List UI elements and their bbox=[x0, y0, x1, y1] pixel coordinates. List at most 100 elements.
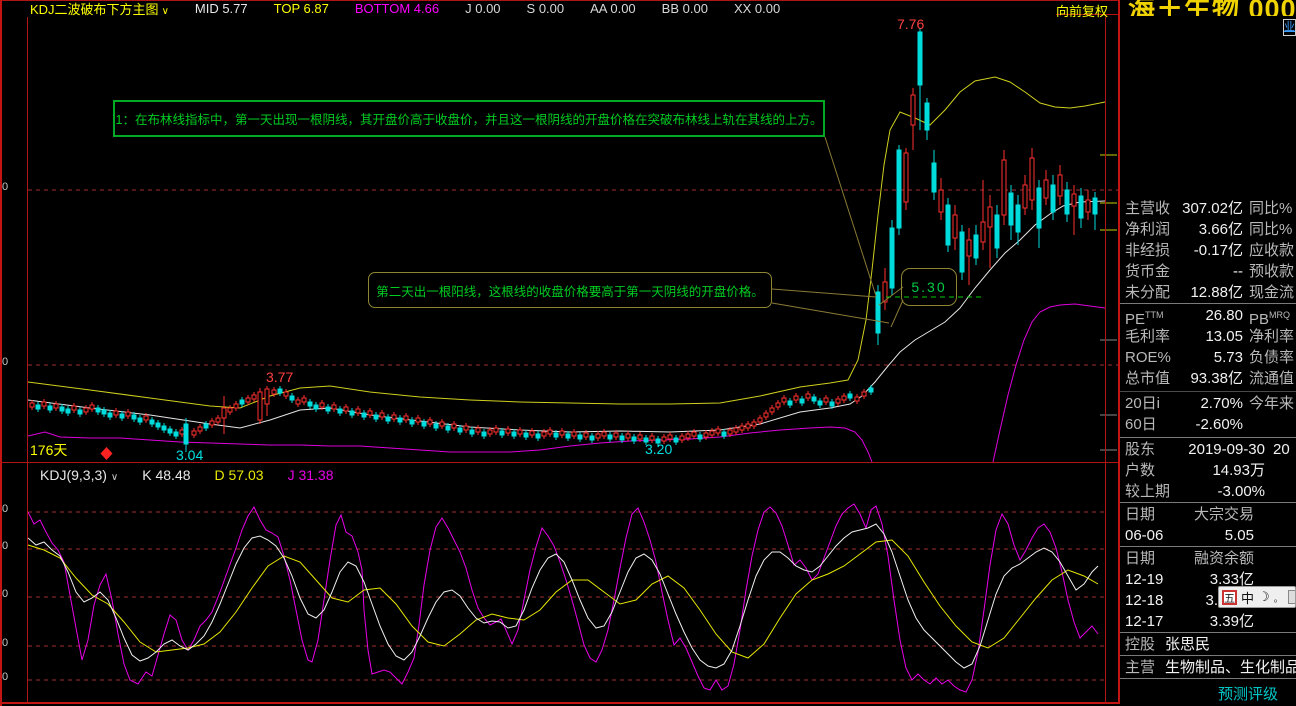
indicator-name: KDJ二波破布下方主图 bbox=[30, 2, 159, 17]
controller-section: 控股张思民 bbox=[1120, 634, 1296, 655]
business-section: 主营生物制品、生化制品 bbox=[1120, 657, 1296, 678]
low-price-label-1: 3.04 bbox=[176, 448, 203, 462]
adjust-mode-button[interactable]: 向前复权 bbox=[1056, 1, 1108, 20]
row-label: 总市值 bbox=[1125, 368, 1177, 389]
chevron-down-icon: ∨ bbox=[162, 6, 169, 17]
annotation-note-2: 第二天出一根阳线，这根线的收盘价格要高于第一天阴线的开盘价格。 bbox=[368, 272, 772, 308]
ime-punct-button[interactable]: 。 bbox=[1274, 590, 1284, 605]
row-date: 12-18 bbox=[1125, 590, 1177, 611]
separator bbox=[1120, 655, 1296, 656]
price-tag-text: 5.30 bbox=[911, 279, 946, 295]
row-label: 净利润 bbox=[1125, 219, 1177, 240]
indicator-value: BOTTOM 4.66 bbox=[355, 1, 439, 16]
row-value: 2.70% bbox=[1177, 393, 1243, 414]
kdj-axis-fragment: 0 bbox=[2, 504, 8, 515]
momentum-row: 20日i2.70% 今年来 bbox=[1120, 393, 1296, 414]
financial-row: 主营收307.02亿同比% bbox=[1120, 198, 1296, 219]
row-label: PETTM bbox=[1125, 305, 1177, 326]
row-value: 5.73 bbox=[1177, 347, 1243, 368]
indicator-selector[interactable]: KDJ二波破布下方主图∨ bbox=[30, 0, 169, 18]
row-right-label: 预收款 bbox=[1249, 261, 1296, 282]
kdj-axis-fragment: 0 bbox=[2, 672, 8, 683]
row-label: 主营 bbox=[1125, 657, 1165, 678]
row-label: 主营收 bbox=[1125, 198, 1177, 219]
ime-toolbar: 五 中 ☽ 。 bbox=[1218, 586, 1296, 608]
row-right-label: 今年来 bbox=[1249, 393, 1296, 414]
separator bbox=[1120, 546, 1296, 547]
separator bbox=[1120, 678, 1296, 679]
row-value: 307.02亿 bbox=[1177, 198, 1243, 219]
indicator-value: BB 0.00 bbox=[662, 1, 708, 16]
row-right-label bbox=[1249, 414, 1296, 435]
link-button[interactable]: 业 bbox=[1283, 19, 1296, 36]
business-row: 主营生物制品、生化制品 bbox=[1120, 657, 1296, 678]
row-label: 货币金 bbox=[1125, 261, 1177, 282]
forecast-rating-link[interactable]: 预测评级 bbox=[1218, 683, 1278, 704]
block-trade-row: 06-065.05 bbox=[1120, 525, 1296, 546]
stock-name: 海王生物 0000 bbox=[1128, 0, 1296, 16]
row-right-label: 20 bbox=[1273, 439, 1296, 460]
link-text: 业 bbox=[1284, 21, 1295, 33]
row-value: 生物制品、生化制品 bbox=[1165, 657, 1296, 678]
row-label: ROE% bbox=[1125, 347, 1177, 368]
valuation-row: 毛利率13.05净利率 bbox=[1120, 326, 1296, 347]
financial-row: 非经损-0.17亿应收款 bbox=[1120, 240, 1296, 261]
indicator-topbar: KDJ二波破布下方主图∨ MID 5.77TOP 6.87BOTTOM 4.66… bbox=[0, 0, 1118, 17]
ime-clipped-button[interactable] bbox=[1288, 590, 1296, 604]
col-header: 日期 bbox=[1125, 504, 1177, 525]
row-label: 股东 bbox=[1125, 439, 1177, 460]
row-date: 06-06 bbox=[1125, 525, 1177, 546]
row-right-label: 流通值 bbox=[1249, 368, 1296, 389]
row-value: 93.38亿 bbox=[1177, 368, 1243, 389]
border-left bbox=[0, 0, 2, 706]
holders-section: 股东2019-09-3020户数14.93万较上期-3.00% bbox=[1120, 439, 1296, 502]
row-right-label bbox=[1273, 460, 1296, 481]
row-value: -2.60% bbox=[1177, 414, 1243, 435]
ime-wubi-button[interactable]: 五 bbox=[1222, 590, 1237, 605]
days-count-label: 176天 bbox=[30, 443, 67, 457]
row-label: 20日i bbox=[1125, 393, 1177, 414]
indicator-values: MID 5.77TOP 6.87BOTTOM 4.66J 0.00S 0.00A… bbox=[195, 1, 780, 16]
row-right-label: PBMRQ bbox=[1249, 305, 1296, 326]
kdj-j-value: J 31.38 bbox=[288, 467, 334, 483]
moon-icon[interactable]: ☽ bbox=[1258, 589, 1270, 605]
kdj-axis-fragment: 0 bbox=[2, 638, 8, 649]
row-date: 12-19 bbox=[1125, 569, 1177, 590]
row-value: 12.88亿 bbox=[1177, 282, 1243, 303]
indicator-value: AA 0.00 bbox=[590, 1, 636, 16]
col-header: 日期 bbox=[1125, 548, 1177, 569]
stock-name-text: 海王生物 0000 bbox=[1128, 0, 1296, 16]
controller-row: 控股张思民 bbox=[1120, 634, 1296, 655]
kdj-indicator-selector[interactable]: KDJ(9,3,3)∨ bbox=[40, 467, 118, 483]
row-label: 控股 bbox=[1125, 634, 1165, 655]
financial-row: 未分配12.88亿现金流 bbox=[1120, 282, 1296, 303]
row-date: 12-17 bbox=[1125, 611, 1177, 632]
app-window: 1.81.51.20.90.60.3020182019 KDJ二波破布下方主图∨… bbox=[0, 0, 1296, 706]
row-right-label: 负债率 bbox=[1249, 347, 1296, 368]
financial-row: 净利润3.66亿同比% bbox=[1120, 219, 1296, 240]
separator bbox=[1120, 437, 1296, 438]
row-value: -- bbox=[1177, 261, 1243, 282]
kdj-d-value: D 57.03 bbox=[215, 467, 264, 483]
row-label: 户数 bbox=[1125, 460, 1177, 481]
margin-header: 日期融资余额 bbox=[1120, 548, 1296, 569]
ime-lang-button[interactable]: 中 bbox=[1241, 588, 1254, 607]
annotation-text: 第二天出一根阳线，这根线的收盘价格要高于第一天阴线的开盘价格。 bbox=[376, 281, 764, 300]
valuation-row: ROE%5.73 负债率 bbox=[1120, 347, 1296, 368]
block-trade-section: 日期大宗交易06-065.05 bbox=[1120, 504, 1296, 546]
block-trade-header: 日期大宗交易 bbox=[1120, 504, 1296, 525]
row-value: 3.39亿 bbox=[1177, 611, 1296, 632]
row-value: 2019-09-30 bbox=[1177, 439, 1265, 460]
row-right-label: 现金流 bbox=[1249, 282, 1296, 303]
main-axis-fragment: 0 bbox=[2, 182, 8, 193]
row-value: -0.17亿 bbox=[1177, 240, 1243, 261]
row-right-label bbox=[1273, 481, 1296, 502]
row-value: 26.80 bbox=[1177, 305, 1243, 326]
annotation-text: 1：在布林线指标中，第一天出现一根阴线，其开盘价高于收盘价，并且这一根阴线的开盘… bbox=[116, 109, 823, 128]
row-label: 未分配 bbox=[1125, 282, 1177, 303]
kdj-header: KDJ(9,3,3)∨ K 48.48 D 57.03 J 31.38 bbox=[0, 463, 1118, 487]
high-price-label: 7.76 bbox=[897, 17, 924, 31]
col-header: 大宗交易 bbox=[1177, 504, 1296, 525]
row-label: 毛利率 bbox=[1125, 326, 1177, 347]
holder-row: 较上期-3.00% bbox=[1120, 481, 1296, 502]
